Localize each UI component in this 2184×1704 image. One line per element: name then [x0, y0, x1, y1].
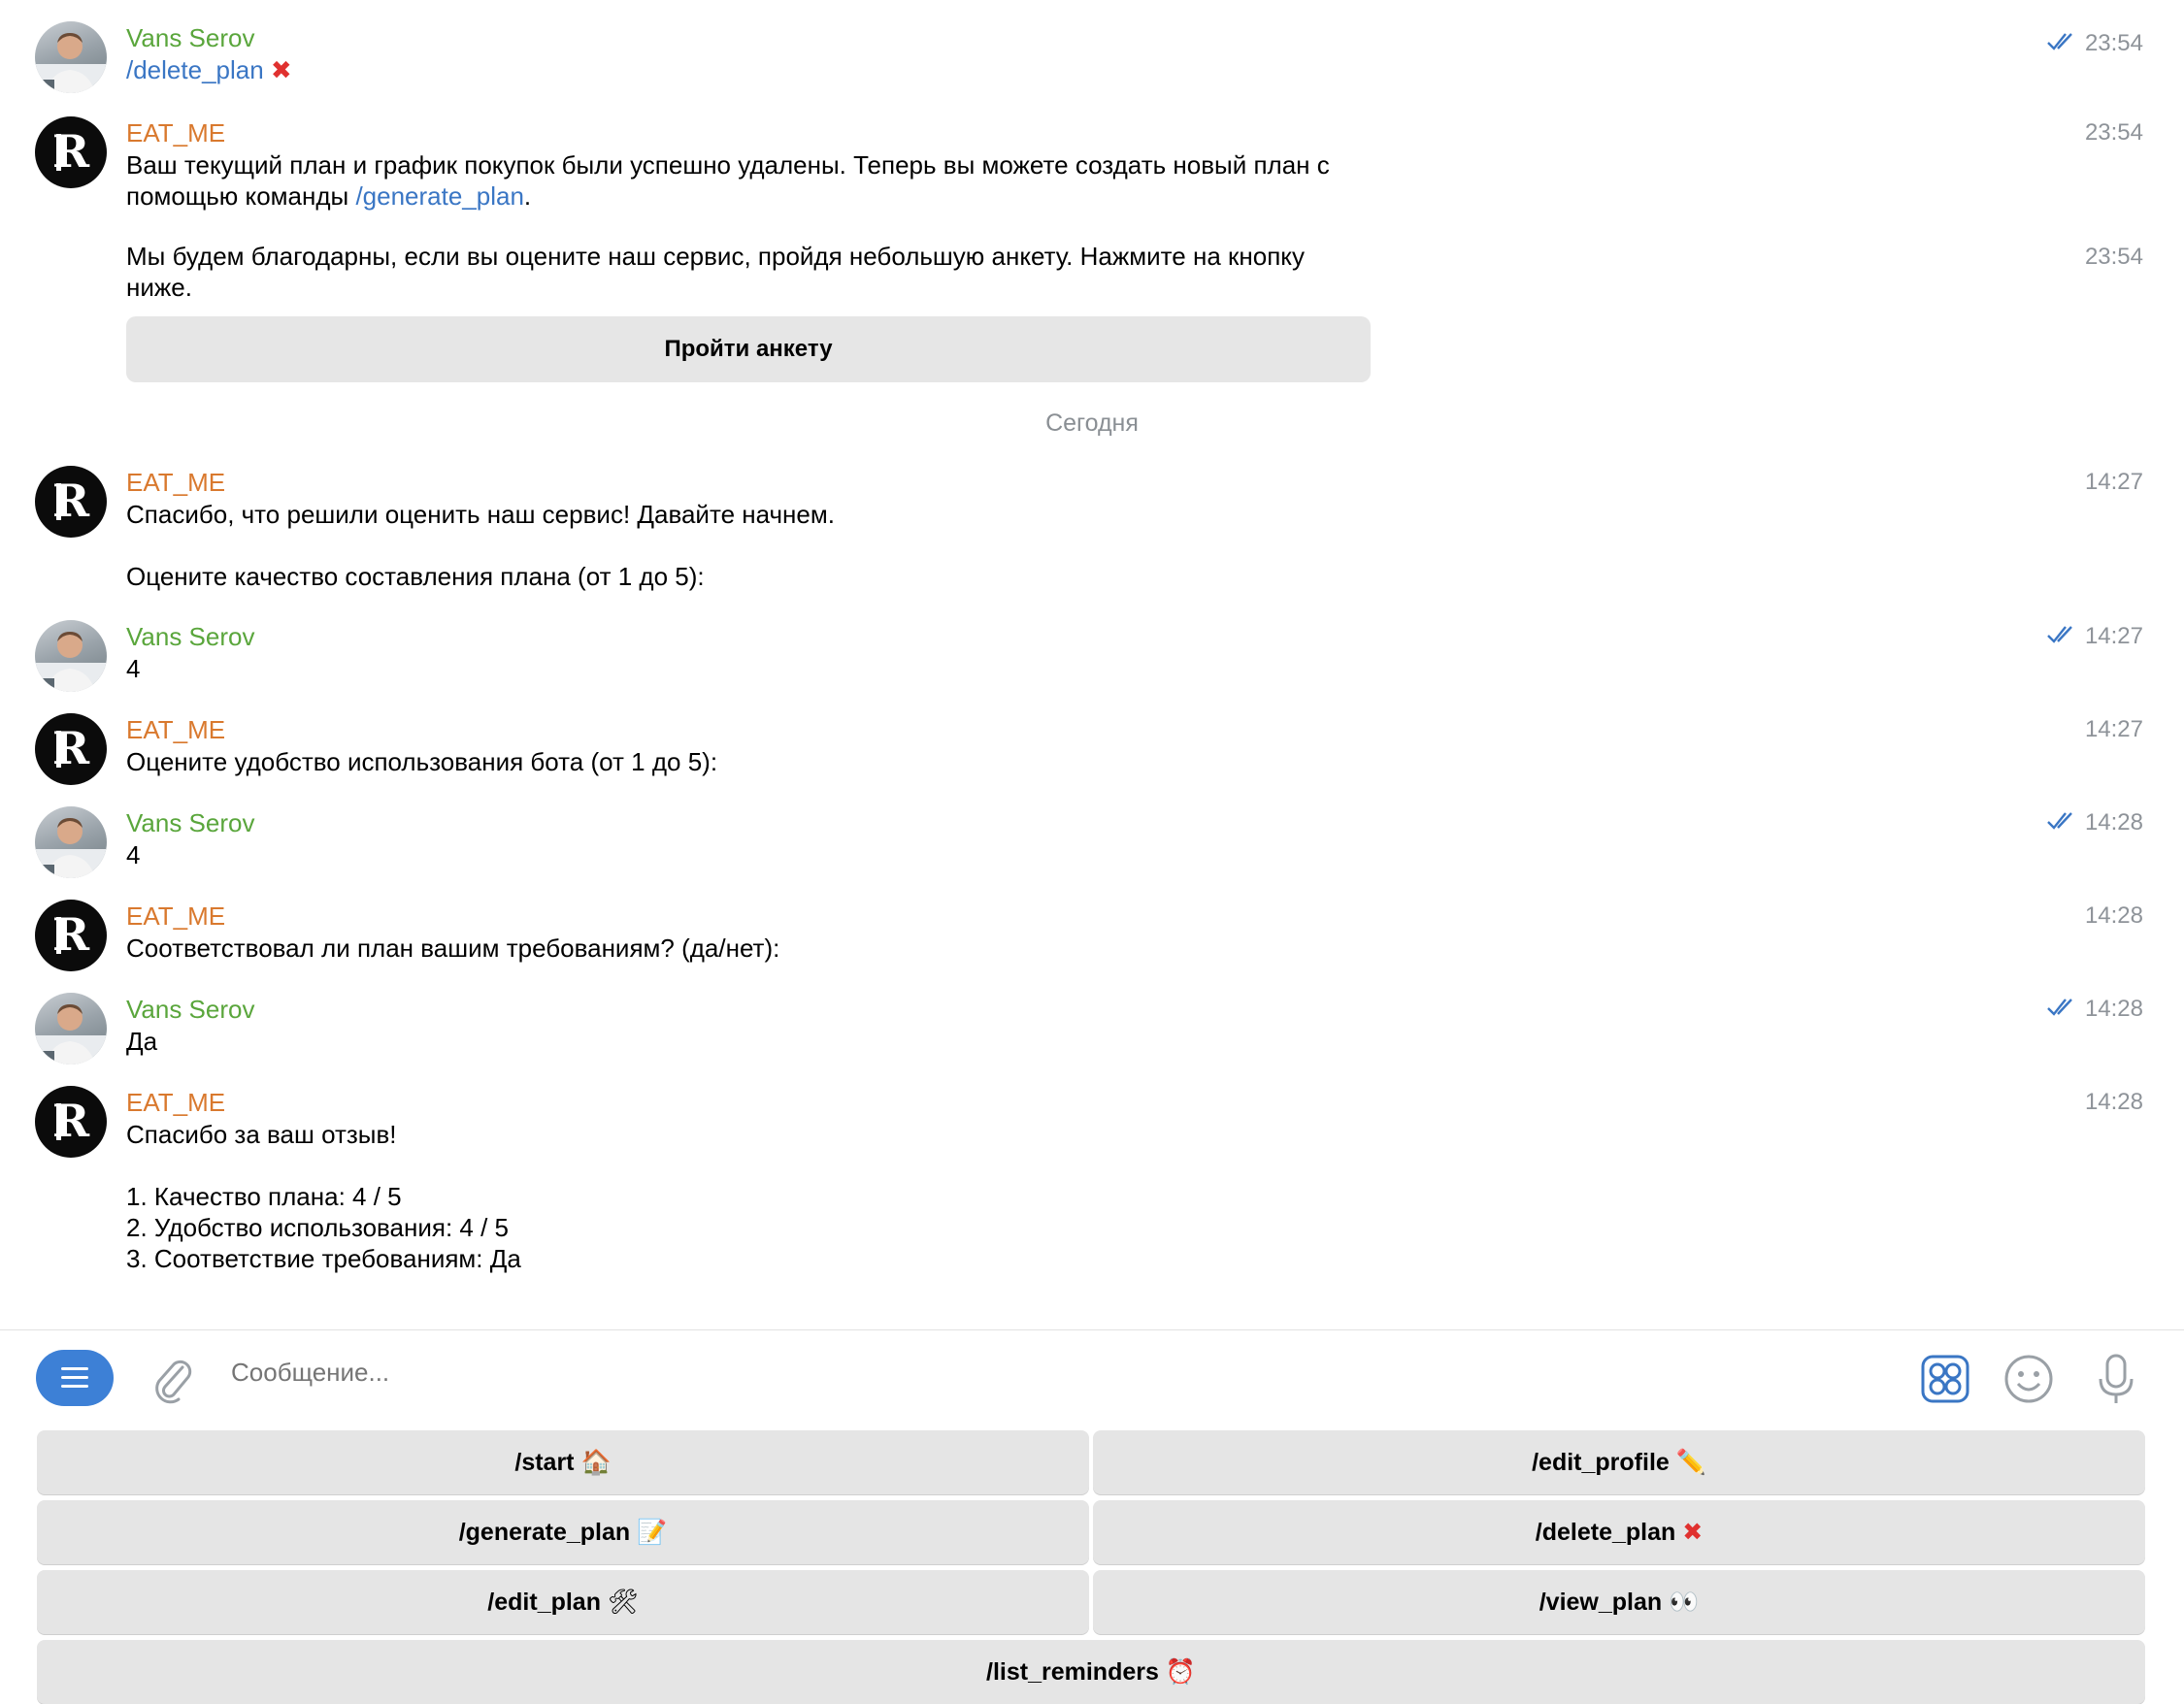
- generate-plan-button[interactable]: /generate_plan 📝: [37, 1500, 1089, 1564]
- date-separator: Сегодня: [1045, 410, 1139, 437]
- survey-button[interactable]: Пройти анкету: [126, 316, 1371, 382]
- message-text: Мы будем благодарны, если вы оцените наш…: [126, 241, 1407, 303]
- paperclip-icon[interactable]: [148, 1352, 196, 1404]
- command-link[interactable]: /delete_plan: [126, 55, 264, 84]
- message-time: 23:54: [2084, 244, 2143, 270]
- smiley-icon[interactable]: [2002, 1352, 2056, 1406]
- message-time: 14:28: [2046, 993, 2143, 1027]
- text-line: Спасибо, что решили оценить наш сервис! …: [126, 500, 835, 529]
- sender-name[interactable]: EAT_ME: [126, 1086, 225, 1119]
- message-text: 4: [126, 840, 141, 869]
- sender-name[interactable]: Vans Serov: [126, 21, 254, 54]
- user-avatar[interactable]: [35, 21, 107, 93]
- sender-name[interactable]: Vans Serov: [126, 806, 254, 839]
- message-time: 14:28: [2084, 1089, 2143, 1115]
- menu-button[interactable]: [36, 1350, 114, 1406]
- bot-avatar[interactable]: R: [35, 900, 107, 971]
- sender-name[interactable]: EAT_ME: [126, 900, 225, 933]
- text-line: Оцените качество составления плана (от 1…: [126, 562, 705, 591]
- message-text: Ваш текущий план и график покупок были у…: [126, 149, 1407, 212]
- text-line: 3. Соответствие требованиям: Да: [126, 1244, 521, 1273]
- double-check-icon: [2046, 994, 2079, 1027]
- microphone-icon[interactable]: [2089, 1352, 2143, 1406]
- alarm-clock-icon: ⏰: [1165, 1657, 1196, 1686]
- text-line: ниже.: [126, 273, 192, 302]
- menu-lines-icon: [61, 1367, 88, 1370]
- double-check-icon: [2046, 807, 2079, 840]
- memo-icon: 📝: [637, 1518, 668, 1546]
- message-text: 4: [126, 654, 141, 683]
- house-icon: 🏠: [580, 1448, 612, 1476]
- bot-avatar[interactable]: R: [35, 116, 107, 188]
- sender-name[interactable]: EAT_ME: [126, 116, 225, 149]
- double-check-icon: [2046, 28, 2079, 61]
- text-line: Ваш текущий план и график покупок были у…: [126, 150, 1330, 180]
- delete-plan-button[interactable]: /delete_plan ✖: [1093, 1500, 2145, 1564]
- sender-name[interactable]: EAT_ME: [126, 713, 225, 746]
- bot-avatar[interactable]: R: [35, 466, 107, 538]
- bot-avatar[interactable]: R: [35, 713, 107, 785]
- list-reminders-button[interactable]: /list_reminders ⏰: [37, 1640, 2145, 1704]
- edit-plan-button[interactable]: /edit_plan 🛠: [37, 1570, 1089, 1634]
- sender-name[interactable]: EAT_ME: [126, 466, 225, 499]
- view-plan-button[interactable]: /view_plan 👀: [1093, 1570, 2145, 1634]
- message-time: 14:28: [2046, 806, 2143, 840]
- sender-name[interactable]: Vans Serov: [126, 620, 254, 653]
- user-avatar[interactable]: [35, 620, 107, 692]
- message-text: Спасибо, что решили оценить наш сервис! …: [126, 499, 1407, 592]
- message-time: 23:54: [2046, 27, 2143, 61]
- message-time: 14:27: [2084, 469, 2143, 495]
- bot-keyboard: /start 🏠 /edit_profile ✏️ /generate_plan…: [0, 1430, 2184, 1704]
- message-text: Да: [126, 1027, 158, 1056]
- message-composer: [0, 1329, 2184, 1431]
- text-line: Мы будем благодарны, если вы оцените наш…: [126, 242, 1305, 271]
- eyes-icon: 👀: [1669, 1588, 1700, 1616]
- edit-profile-button[interactable]: /edit_profile ✏️: [1093, 1430, 2145, 1494]
- message-input[interactable]: [231, 1358, 1784, 1388]
- bot-avatar[interactable]: R: [35, 1086, 107, 1158]
- sender-name[interactable]: Vans Serov: [126, 993, 254, 1026]
- cross-mark-icon: ✖: [1682, 1519, 1704, 1546]
- hammer-wrench-icon: 🛠: [607, 1588, 639, 1616]
- double-check-icon: [2046, 621, 2079, 654]
- sticker-grid-icon[interactable]: [1918, 1352, 1972, 1406]
- message-time: 14:27: [2084, 716, 2143, 742]
- chat-history[interactable]: Vans Serov 23:54 /delete_plan ✖ R EAT_ME…: [0, 0, 2184, 1329]
- text-line: Спасибо за ваш отзыв!: [126, 1120, 397, 1149]
- user-avatar[interactable]: [35, 993, 107, 1065]
- message-text: Спасибо за ваш отзыв! 1. Качество плана:…: [126, 1119, 1407, 1274]
- pencil-icon: ✏️: [1675, 1448, 1706, 1476]
- message-time: 14:27: [2046, 620, 2143, 654]
- text-line: 2. Удобство использования: 4 / 5: [126, 1213, 510, 1242]
- text-line: помощью команды /generate_plan.: [126, 181, 532, 211]
- command-link[interactable]: /generate_plan: [355, 181, 523, 211]
- message-text: /delete_plan ✖: [126, 54, 1407, 85]
- message-time: 14:28: [2084, 902, 2143, 929]
- message-text: Оцените удобство использования бота (от …: [126, 747, 718, 776]
- text-line: 1. Качество плана: 4 / 5: [126, 1182, 402, 1211]
- message-text: Соответствовал ли план вашим требованиям…: [126, 934, 780, 963]
- message-time: 23:54: [2084, 119, 2143, 146]
- cross-mark-icon: ✖: [270, 55, 292, 84]
- start-button[interactable]: /start 🏠: [37, 1430, 1089, 1494]
- user-avatar[interactable]: [35, 806, 107, 878]
